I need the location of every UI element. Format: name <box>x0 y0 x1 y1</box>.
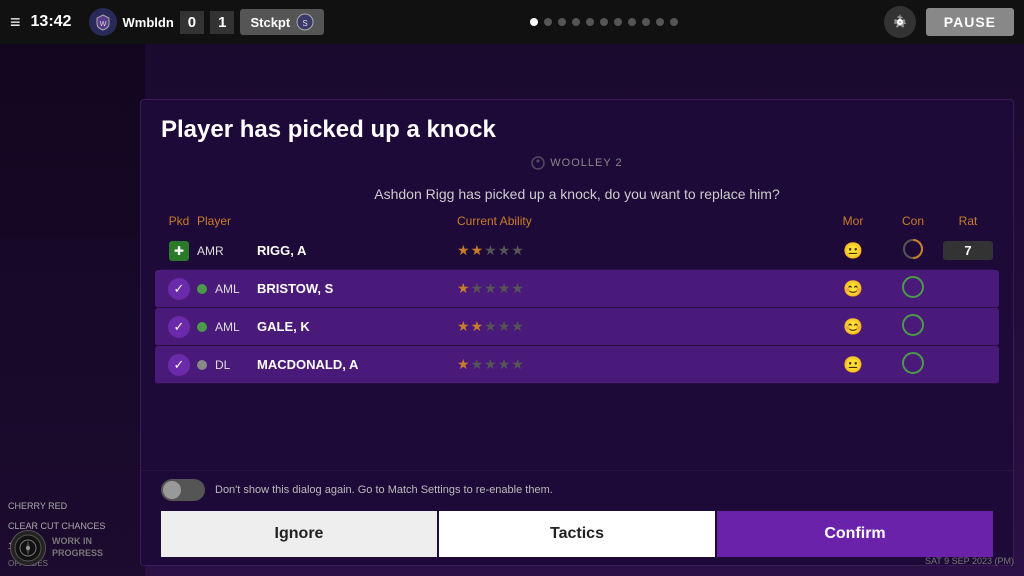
dialog-subtitle: Ashdon Rigg has picked up a knock, do yo… <box>141 174 1013 210</box>
dot-7 <box>614 18 622 26</box>
con-circle <box>902 314 924 336</box>
woolley-label: WOOLLEY 2 <box>141 152 1013 174</box>
dot-8 <box>628 18 636 26</box>
active-team: Stckpt S <box>240 9 324 35</box>
dont-show-toggle[interactable] <box>161 479 205 501</box>
con-circle <box>902 276 924 298</box>
table-row[interactable]: ✓ AML BRISTOW, S ★ ★ ★ ★ ★ 😊 <box>155 270 999 308</box>
stars-bristow: ★ ★ ★ ★ ★ <box>457 280 823 297</box>
header-pkd: Pkd <box>161 214 197 228</box>
match-date: SAT 9 SEP 2023 (PM) <box>925 556 1014 566</box>
fitness-dot-gale <box>197 322 207 332</box>
action-buttons: Ignore Tactics Confirm <box>161 511 993 557</box>
menu-icon[interactable]: ≡ <box>10 12 21 33</box>
pos-rigg: AMR <box>197 244 257 258</box>
dont-show-text: Don't show this dialog again. Go to Matc… <box>215 484 553 496</box>
progress-dots <box>334 18 874 26</box>
player-table: Pkd Player Current Ability Mor Con Rat ✚… <box>141 210 1013 470</box>
morale-macdonald: 😐 <box>823 355 883 375</box>
dot-10 <box>656 18 664 26</box>
dot-9 <box>642 18 650 26</box>
player-macdonald: MACDONALD, A <box>257 357 457 372</box>
dialog-header: Player has picked up a knock <box>141 100 1013 152</box>
morale-gale: 😊 <box>823 317 883 337</box>
svg-text:W: W <box>99 21 106 28</box>
header-pos: Player <box>197 214 257 228</box>
dot-4 <box>572 18 580 26</box>
pos-bristow: AML <box>197 282 257 296</box>
stars-gale: ★ ★ ★ ★ ★ <box>457 318 823 335</box>
header-ability: Current Ability <box>457 214 823 228</box>
match-time: 13:42 <box>31 13 79 31</box>
score-team2: 1 <box>210 11 234 34</box>
morale-bristow: 😊 <box>823 279 883 299</box>
knock-dialog: Player has picked up a knock WOOLLEY 2 A… <box>140 99 1014 566</box>
pkd-cell-macdonald: ✓ <box>161 354 197 376</box>
wip-logo <box>10 530 46 566</box>
header-con: Con <box>883 214 943 228</box>
score-team1: 0 <box>180 11 204 34</box>
table-header: Pkd Player Current Ability Mor Con Rat <box>161 210 993 232</box>
table-row[interactable]: ✚ AMR RIGG, A ★ ★ ★ ★ ★ 😐 <box>161 232 993 270</box>
pause-button[interactable]: PAUSE <box>926 8 1014 36</box>
check-icon: ✓ <box>168 278 190 300</box>
dot-2 <box>544 18 552 26</box>
dialog-bottom: Don't show this dialog again. Go to Matc… <box>141 470 1013 565</box>
check-icon: ✓ <box>168 354 190 376</box>
dot-11 <box>670 18 678 26</box>
dont-show-row: Don't show this dialog again. Go to Matc… <box>161 479 993 501</box>
cherry-red-label: Cherry Red <box>8 501 137 511</box>
con-bristow <box>883 276 943 301</box>
pkd-cell-bristow: ✓ <box>161 278 197 300</box>
stars-macdonald: ★ ★ ★ ★ ★ <box>457 356 823 373</box>
confirm-button[interactable]: Confirm <box>717 511 993 557</box>
pos-macdonald: DL <box>197 358 257 372</box>
player-bristow: BRISTOW, S <box>257 281 457 296</box>
topbar: ≡ 13:42 W Wmbldn 0 1 Stckpt S PAUSE <box>0 0 1024 44</box>
team2-name: Stckpt <box>250 15 290 30</box>
con-circle <box>902 352 924 374</box>
dot-5 <box>586 18 594 26</box>
player-rigg: RIGG, A <box>257 243 457 258</box>
header-mor: Mor <box>823 214 883 228</box>
pos-gale: AML <box>197 320 257 334</box>
header-rat: Rat <box>943 214 993 228</box>
pkd-cell-gale: ✓ <box>161 316 197 338</box>
wip-text: WORK IN PROGRESS <box>52 536 103 559</box>
wip-section: WORK IN PROGRESS <box>10 530 103 566</box>
check-icon: ✓ <box>168 316 190 338</box>
main-content: Cherry Red CLEAR CUT CHANCES 1 OFFSIDES … <box>0 44 1024 576</box>
con-rigg <box>883 238 943 263</box>
pkd-cell-rigg: ✚ <box>161 241 197 261</box>
dot-6 <box>600 18 608 26</box>
tactics-button[interactable]: Tactics <box>439 511 715 557</box>
settings-button[interactable] <box>884 6 916 38</box>
table-row[interactable]: ✓ AML GALE, K ★ ★ ★ ★ ★ 😊 <box>155 308 999 346</box>
dot-3 <box>558 18 566 26</box>
toggle-knob <box>163 481 181 499</box>
svg-text:S: S <box>303 19 308 28</box>
con-gale <box>883 314 943 339</box>
stars-rigg: ★ ★ ★ ★ ★ <box>457 242 823 259</box>
ignore-button[interactable]: Ignore <box>161 511 437 557</box>
team1-name: Wmbldn <box>123 15 174 30</box>
rating-rigg: 7 <box>943 241 993 260</box>
morale-rigg: 😐 <box>823 241 883 261</box>
fitness-dot-bristow <box>197 284 207 294</box>
fitness-dot-macdonald <box>197 360 207 370</box>
table-row[interactable]: ✓ DL MACDONALD, A ★ ★ ★ ★ ★ 😐 <box>155 346 999 384</box>
con-macdonald <box>883 352 943 377</box>
dialog-title: Player has picked up a knock <box>161 116 993 144</box>
medical-icon: ✚ <box>169 241 189 261</box>
sidebar-left: Cherry Red CLEAR CUT CHANCES 1 OFFSIDES <box>0 44 145 576</box>
team1-badge: W <box>89 8 117 36</box>
dot-1 <box>530 18 538 26</box>
header-player <box>257 214 457 228</box>
team-score-section: W Wmbldn 0 1 Stckpt S <box>89 8 325 36</box>
player-gale: GALE, K <box>257 319 457 334</box>
